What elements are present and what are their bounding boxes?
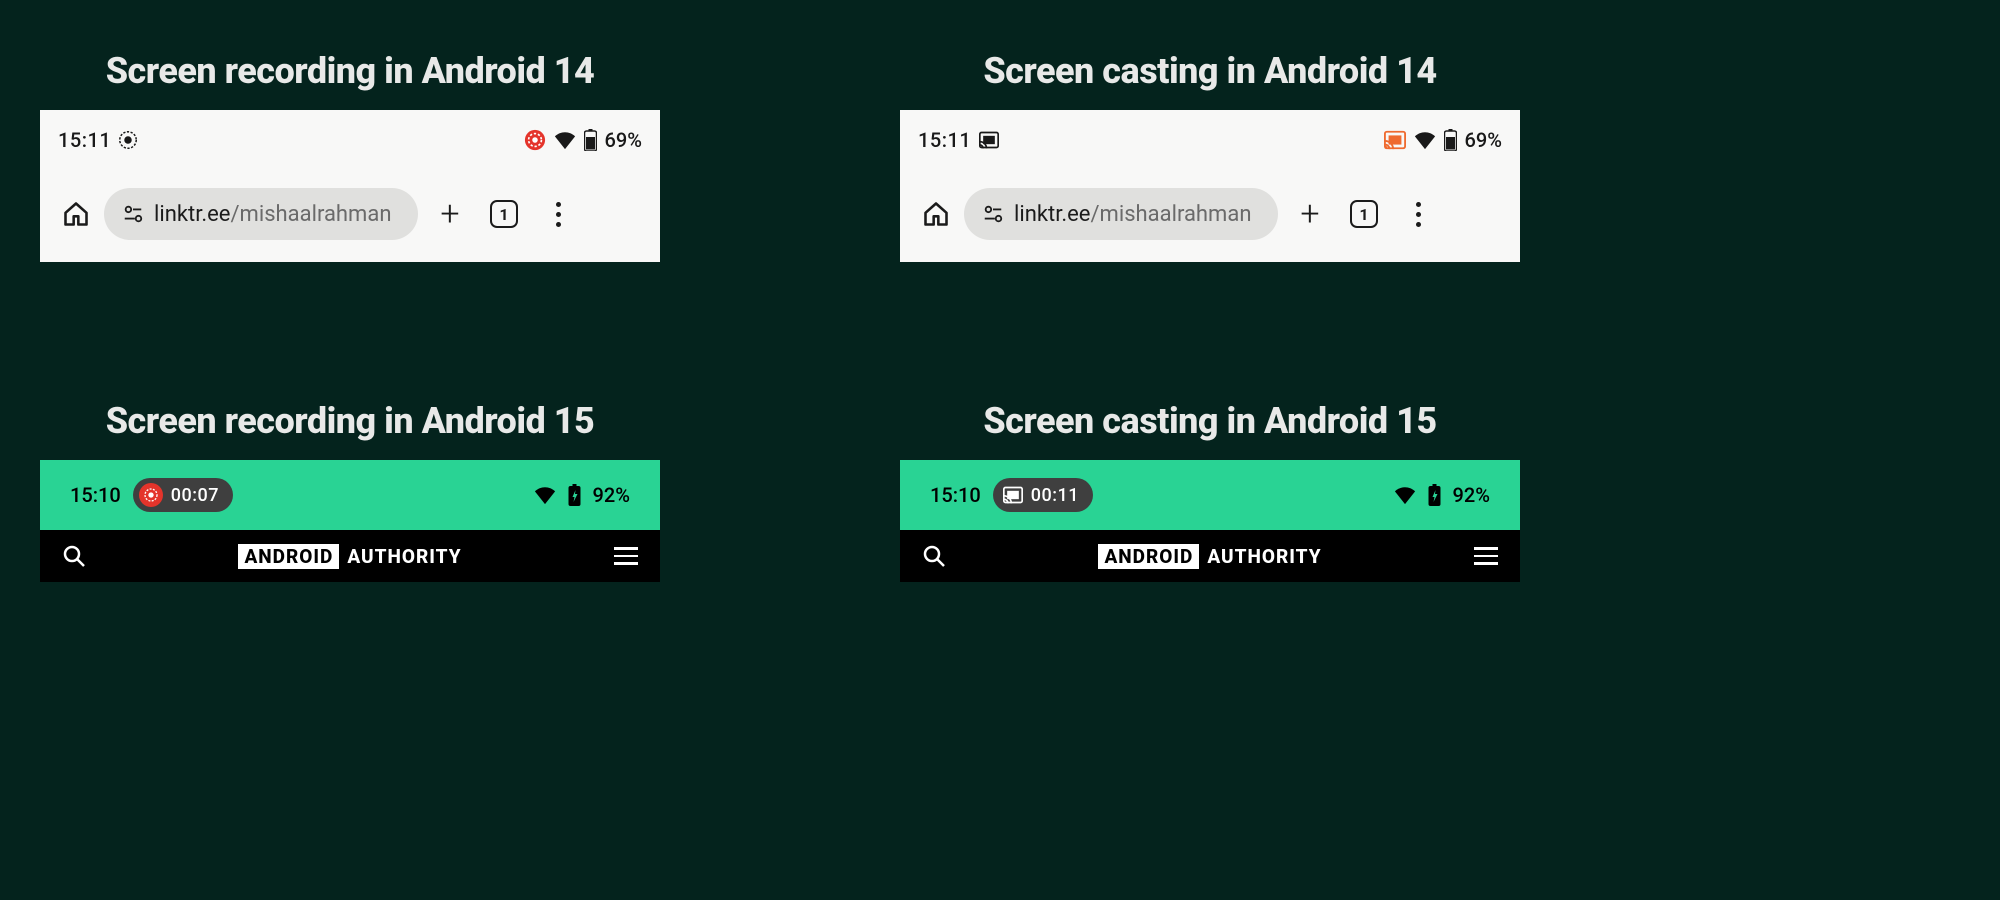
status-bar[interactable]: 15:11 69%	[918, 124, 1502, 156]
android14-screenshot: 15:11 69%	[40, 110, 660, 262]
brand-text: AUTHORITY	[347, 545, 461, 568]
recording-chip[interactable]: 00:07	[133, 478, 233, 512]
wifi-icon	[554, 130, 576, 150]
hamburger-button[interactable]	[614, 547, 638, 565]
plus-icon: +	[1300, 197, 1319, 231]
app-header: ANDROID AUTHORITY	[900, 530, 1520, 582]
app-header: ANDROID AUTHORITY	[40, 530, 660, 582]
more-vert-icon	[556, 202, 561, 227]
cast-icon	[1003, 486, 1023, 504]
panel-recording-15: Screen recording in Android 15 15:10 00:…	[40, 400, 660, 582]
record-indicator-icon	[524, 129, 546, 151]
status-time: 15:11	[918, 128, 971, 152]
url-text: linktr.ee/mishaalrahman	[1014, 202, 1251, 227]
panel-recording-14: Screen recording in Android 14 15:11 69	[40, 50, 660, 262]
battery-icon	[1428, 484, 1441, 506]
brand-logo[interactable]: ANDROID AUTHORITY	[238, 544, 461, 569]
site-settings-icon[interactable]	[982, 203, 1004, 225]
menu-button[interactable]	[1396, 192, 1440, 236]
status-left: 15:10 00:07	[70, 478, 233, 512]
battery-icon	[584, 129, 597, 151]
battery-text: 69%	[605, 128, 642, 152]
brand-box: ANDROID	[238, 544, 339, 569]
search-button[interactable]	[62, 544, 86, 568]
wifi-icon	[1414, 130, 1436, 150]
panel-title: Screen recording in Android 14	[40, 50, 660, 92]
status-left: 15:11	[918, 128, 999, 152]
panel-title: Screen recording in Android 15	[40, 400, 660, 442]
home-button[interactable]	[918, 196, 954, 232]
status-bar[interactable]: 15:10 00:11 92%	[900, 460, 1520, 530]
wifi-icon	[1394, 485, 1416, 505]
wifi-icon	[534, 485, 556, 505]
url-bar[interactable]: linktr.ee/mishaalrahman	[964, 188, 1278, 240]
status-time: 15:11	[58, 128, 111, 152]
url-host: linktr.ee	[1014, 202, 1090, 227]
url-path: /mishaalrahman	[1090, 202, 1251, 227]
battery-text: 69%	[1465, 128, 1502, 152]
url-path: /mishaalrahman	[230, 202, 391, 227]
menu-button[interactable]	[536, 192, 580, 236]
android14-screenshot: 15:11 69%	[900, 110, 1520, 262]
home-button[interactable]	[58, 196, 94, 232]
status-left: 15:10 00:11	[930, 478, 1093, 512]
record-icon	[139, 483, 163, 507]
panel-casting-14: Screen casting in Android 14 15:11 69%	[900, 50, 1520, 262]
record-icon	[119, 131, 137, 149]
hamburger-icon	[1474, 547, 1498, 565]
status-right: 92%	[1394, 483, 1490, 507]
cast-indicator-icon	[1384, 130, 1406, 150]
tab-switcher-button[interactable]: 1	[1342, 192, 1386, 236]
brand-box: ANDROID	[1098, 544, 1199, 569]
status-right: 69%	[524, 128, 642, 152]
tab-count: 1	[1350, 200, 1378, 228]
url-host: linktr.ee	[154, 202, 230, 227]
brand-logo[interactable]: ANDROID AUTHORITY	[1098, 544, 1321, 569]
more-vert-icon	[1416, 202, 1421, 227]
android15-screenshot: 15:10 00:11 92%	[900, 460, 1520, 582]
status-right: 69%	[1384, 128, 1502, 152]
site-settings-icon[interactable]	[122, 203, 144, 225]
status-time: 15:10	[930, 483, 981, 507]
chip-timer: 00:07	[171, 485, 219, 506]
status-bar[interactable]: 15:10 00:07 92%	[40, 460, 660, 530]
new-tab-button[interactable]: +	[428, 192, 472, 236]
browser-toolbar: linktr.ee/mishaalrahman + 1	[918, 186, 1502, 242]
battery-text: 92%	[593, 483, 630, 507]
status-bar[interactable]: 15:11 69%	[58, 124, 642, 156]
url-bar[interactable]: linktr.ee/mishaalrahman	[104, 188, 418, 240]
panel-title: Screen casting in Android 15	[900, 400, 1520, 442]
brand-text: AUTHORITY	[1207, 545, 1321, 568]
tab-switcher-button[interactable]: 1	[482, 192, 526, 236]
browser-toolbar: linktr.ee/mishaalrahman + 1	[58, 186, 642, 242]
status-time: 15:10	[70, 483, 121, 507]
panel-casting-15: Screen casting in Android 15 15:10 00:11	[900, 400, 1520, 582]
plus-icon: +	[440, 197, 459, 231]
hamburger-button[interactable]	[1474, 547, 1498, 565]
android15-screenshot: 15:10 00:07 92%	[40, 460, 660, 582]
cast-icon	[979, 131, 999, 149]
url-text: linktr.ee/mishaalrahman	[154, 202, 391, 227]
battery-text: 92%	[1453, 483, 1490, 507]
casting-chip[interactable]: 00:11	[993, 478, 1093, 512]
battery-icon	[568, 484, 581, 506]
tab-count: 1	[490, 200, 518, 228]
hamburger-icon	[614, 547, 638, 565]
chip-timer: 00:11	[1031, 485, 1079, 506]
status-right: 92%	[534, 483, 630, 507]
new-tab-button[interactable]: +	[1288, 192, 1332, 236]
search-button[interactable]	[922, 544, 946, 568]
panel-title: Screen casting in Android 14	[900, 50, 1520, 92]
battery-icon	[1444, 129, 1457, 151]
status-left: 15:11	[58, 128, 137, 152]
